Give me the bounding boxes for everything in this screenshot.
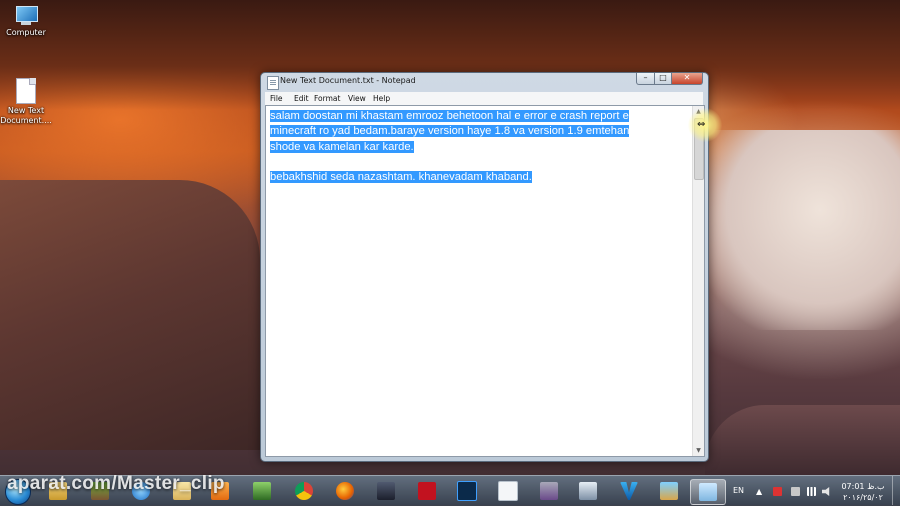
document-line: shode va kamelan kar karde. xyxy=(270,140,414,153)
clock-date[interactable]: ۲۰۱۶/۲۵/۰۲ xyxy=(838,493,888,502)
photoshop-icon xyxy=(457,481,477,501)
taskbar-game[interactable] xyxy=(372,479,400,503)
desktop-icon-computer[interactable]: Computer xyxy=(0,6,52,38)
tray-app-icon[interactable] xyxy=(773,487,782,496)
minecraft-launcher-icon xyxy=(253,482,271,500)
game-icon xyxy=(377,482,395,500)
wallpaper-sky xyxy=(700,130,900,330)
document-line-empty xyxy=(270,155,688,170)
wallpaper-rock-left xyxy=(0,180,260,450)
window-titlebar[interactable]: New Text Document.txt - Notepad – □ ✕ xyxy=(261,73,708,91)
close-button[interactable]: ✕ xyxy=(671,73,703,85)
firefox-icon xyxy=(336,482,354,500)
document-line: minecraft ro yad bedam.baraye version ha… xyxy=(270,125,630,138)
desktop-icon-label: New Text Document.... xyxy=(0,106,52,125)
chrome-icon xyxy=(295,482,313,500)
cleaner-icon xyxy=(660,482,678,500)
taskbar-blank-document[interactable] xyxy=(494,479,522,503)
action-center-flag-icon[interactable] xyxy=(791,487,800,496)
document-line: salam doostan mi khastam emrooz behetoon… xyxy=(270,110,629,122)
taskbar-firefox[interactable] xyxy=(331,479,359,503)
text-document-icon xyxy=(16,78,36,104)
taskbar-cleaner[interactable] xyxy=(655,479,683,503)
clock-time[interactable]: 07:01 ب.ظ xyxy=(838,482,888,491)
taskbar-screen-recorder[interactable] xyxy=(574,479,602,503)
screen-recorder-icon xyxy=(579,482,597,500)
flash-icon xyxy=(418,482,436,500)
notepad-icon[interactable] xyxy=(267,76,279,90)
text-editor-area[interactable]: salam doostan mi khastam emrooz behetoon… xyxy=(265,105,705,457)
wallpaper-rock-right xyxy=(705,405,900,475)
menu-file[interactable]: File xyxy=(270,94,283,103)
archive-icon xyxy=(540,482,558,500)
notepad-icon xyxy=(699,483,717,501)
vertical-scrollbar[interactable]: ▲ ▼ xyxy=(692,106,704,456)
window-title: New Text Document.txt - Notepad xyxy=(280,76,416,85)
resize-cursor-icon: ⇔ xyxy=(697,119,706,130)
scroll-down-arrow-icon[interactable]: ▼ xyxy=(693,445,704,456)
minimize-button[interactable]: – xyxy=(636,73,655,85)
language-indicator[interactable]: EN xyxy=(733,486,744,495)
taskbar-photoshop[interactable] xyxy=(453,479,481,503)
taskbar-v-app[interactable] xyxy=(615,479,643,503)
watermark-text: aparat.com/Master_clip xyxy=(7,473,225,494)
taskbar-notepad[interactable] xyxy=(690,479,726,505)
taskbar-chrome[interactable] xyxy=(290,479,318,503)
menu-edit[interactable]: Edit xyxy=(294,94,309,103)
v-app-icon xyxy=(620,482,638,500)
desktop-icon-new-text-document[interactable]: New Text Document.... xyxy=(0,78,52,126)
menu-help[interactable]: Help xyxy=(373,94,390,103)
network-icon[interactable] xyxy=(807,487,816,496)
menu-format[interactable]: Format xyxy=(314,94,340,103)
notepad-window[interactable]: New Text Document.txt - Notepad – □ ✕ Fi… xyxy=(260,72,709,462)
menu-bar: File Edit Format View Help xyxy=(265,92,703,105)
taskbar-archive[interactable] xyxy=(535,479,563,503)
document-line: bebakhshid seda nazashtam. khanevadam kh… xyxy=(270,171,532,184)
menu-view[interactable]: View xyxy=(348,94,366,103)
taskbar-minecraft-launcher[interactable] xyxy=(248,479,276,503)
computer-icon xyxy=(13,6,39,26)
blank-document-icon xyxy=(498,481,518,501)
document-content[interactable]: salam doostan mi khastam emrooz behetoon… xyxy=(270,109,688,185)
show-desktop-button[interactable] xyxy=(892,476,900,505)
show-hidden-icons-icon[interactable]: ▲ xyxy=(756,487,765,496)
desktop-icon-label: Computer xyxy=(6,28,46,37)
maximize-button[interactable]: □ xyxy=(654,73,672,85)
taskbar-flash[interactable] xyxy=(413,479,441,503)
